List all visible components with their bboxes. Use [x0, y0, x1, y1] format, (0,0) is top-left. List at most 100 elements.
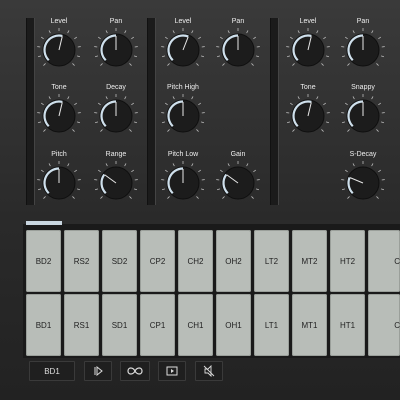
knob-level[interactable]: Level — [283, 18, 333, 70]
knob-tick — [161, 188, 166, 191]
knob-pan[interactable]: Pan — [213, 18, 263, 70]
knob-tick — [94, 55, 99, 58]
knob-tick — [72, 196, 75, 199]
panel-divider — [147, 18, 156, 205]
knob-label: Pan — [109, 18, 123, 25]
knob-dial — [286, 28, 330, 67]
knob-tick — [48, 30, 51, 34]
pad-cp2[interactable]: CP2 — [140, 230, 175, 292]
knob-pan[interactable]: Pan — [338, 18, 388, 70]
knob-tick — [37, 121, 42, 124]
knob-tick — [347, 63, 350, 66]
knob-tick — [219, 36, 223, 40]
knob-range[interactable]: Range — [91, 151, 141, 203]
pad-lt2[interactable]: LT2 — [254, 230, 289, 292]
knob-gain[interactable]: Gain — [213, 151, 263, 203]
knob-tick — [321, 63, 324, 66]
knob-tick — [255, 188, 260, 191]
knob-tone[interactable]: Tone — [283, 84, 333, 136]
knob-tick — [344, 36, 348, 40]
knob-tick — [196, 196, 199, 199]
pad-oh2[interactable]: OH2 — [216, 230, 251, 292]
knob-tick — [133, 188, 138, 191]
knob-tick — [74, 102, 78, 106]
knob-tick — [105, 163, 108, 167]
play-icon — [166, 366, 178, 376]
knob-tick — [253, 169, 257, 173]
knob-tick — [97, 169, 101, 173]
knob-tick — [341, 55, 346, 58]
knob-level[interactable]: Level — [34, 18, 84, 70]
knob-dial — [161, 28, 205, 67]
pad-sd1[interactable]: SD1 — [102, 294, 137, 356]
knob-tick — [43, 129, 46, 132]
knob-tick — [37, 55, 42, 58]
knob-tick — [196, 129, 199, 132]
pad-bd2[interactable]: BD2 — [26, 230, 61, 292]
knob-dial — [94, 94, 138, 133]
pad-ch2[interactable]: CH2 — [178, 230, 213, 292]
knob-tick — [167, 63, 170, 66]
knob-tick — [325, 55, 330, 58]
knob-tick — [124, 96, 127, 100]
pad-lt1[interactable]: LT1 — [254, 294, 289, 356]
knob-pitch-high[interactable]: Pitch High — [158, 84, 208, 136]
knob-tick — [97, 36, 101, 40]
knob-tick — [172, 30, 175, 34]
knob-tick — [289, 102, 293, 106]
knob-tick — [200, 55, 205, 58]
knob-tick — [43, 196, 46, 199]
pad-c2-partial[interactable]: C — [368, 230, 400, 292]
knob-label: Pan — [356, 18, 370, 25]
knob-snappy[interactable]: Snappy — [338, 84, 388, 136]
pad-rs2[interactable]: RS2 — [64, 230, 99, 292]
loop-button[interactable] — [120, 361, 150, 381]
pad-c1-partial[interactable]: C — [368, 294, 400, 356]
knob-tick — [191, 163, 194, 167]
pad-cp1[interactable]: CP1 — [140, 294, 175, 356]
knob-tick — [216, 55, 221, 58]
knob-tick — [380, 188, 385, 191]
knob-tick — [198, 169, 202, 173]
knob-tick — [76, 188, 81, 191]
pad-mt1[interactable]: MT1 — [292, 294, 327, 356]
knob-decay[interactable]: Decay — [91, 84, 141, 136]
knob-level[interactable]: Level — [158, 18, 208, 70]
knob-tick — [72, 63, 75, 66]
knob-label: Pan — [231, 18, 245, 25]
knob-tick — [341, 121, 346, 124]
knob-tick — [321, 129, 324, 132]
knob-tick — [297, 30, 300, 34]
knob-tick — [216, 188, 221, 191]
knob-s-decay[interactable]: S-Decay — [338, 151, 388, 203]
pad-rs1[interactable]: RS1 — [64, 294, 99, 356]
pad-oh1[interactable]: OH1 — [216, 294, 251, 356]
pad-ht2[interactable]: HT2 — [330, 230, 365, 292]
knob-tick — [325, 121, 330, 124]
knob-tick — [105, 30, 108, 34]
selected-instrument-button[interactable]: BD1 — [29, 361, 75, 381]
mute-button[interactable] — [195, 361, 223, 381]
knob-tone[interactable]: Tone — [34, 84, 84, 136]
pad-ch1[interactable]: CH1 — [178, 294, 213, 356]
play-button[interactable] — [158, 361, 186, 381]
knob-tick — [316, 30, 319, 34]
knob-dial — [37, 28, 81, 67]
knob-tick — [67, 163, 70, 167]
panel-divider — [270, 18, 279, 205]
pad-mt2[interactable]: MT2 — [292, 230, 327, 292]
knob-pan[interactable]: Pan — [91, 18, 141, 70]
knob-tick — [219, 169, 223, 173]
knob-dial — [341, 161, 385, 200]
pad-grid: BD2 RS2 SD2 CP2 CH2 OH2 LT2 MT2 HT2 C BD… — [23, 220, 400, 358]
knob-tick — [94, 121, 99, 124]
pad-bd1[interactable]: BD1 — [26, 294, 61, 356]
skip-start-button[interactable] — [84, 361, 112, 381]
knob-pitch-low[interactable]: Pitch Low — [158, 151, 208, 203]
knob-tick — [198, 36, 202, 40]
knob-dial — [37, 94, 81, 133]
pad-ht1[interactable]: HT1 — [330, 294, 365, 356]
knob-pitch[interactable]: Pitch — [34, 151, 84, 203]
pad-sd2[interactable]: SD2 — [102, 230, 137, 292]
knob-tick — [352, 96, 355, 100]
